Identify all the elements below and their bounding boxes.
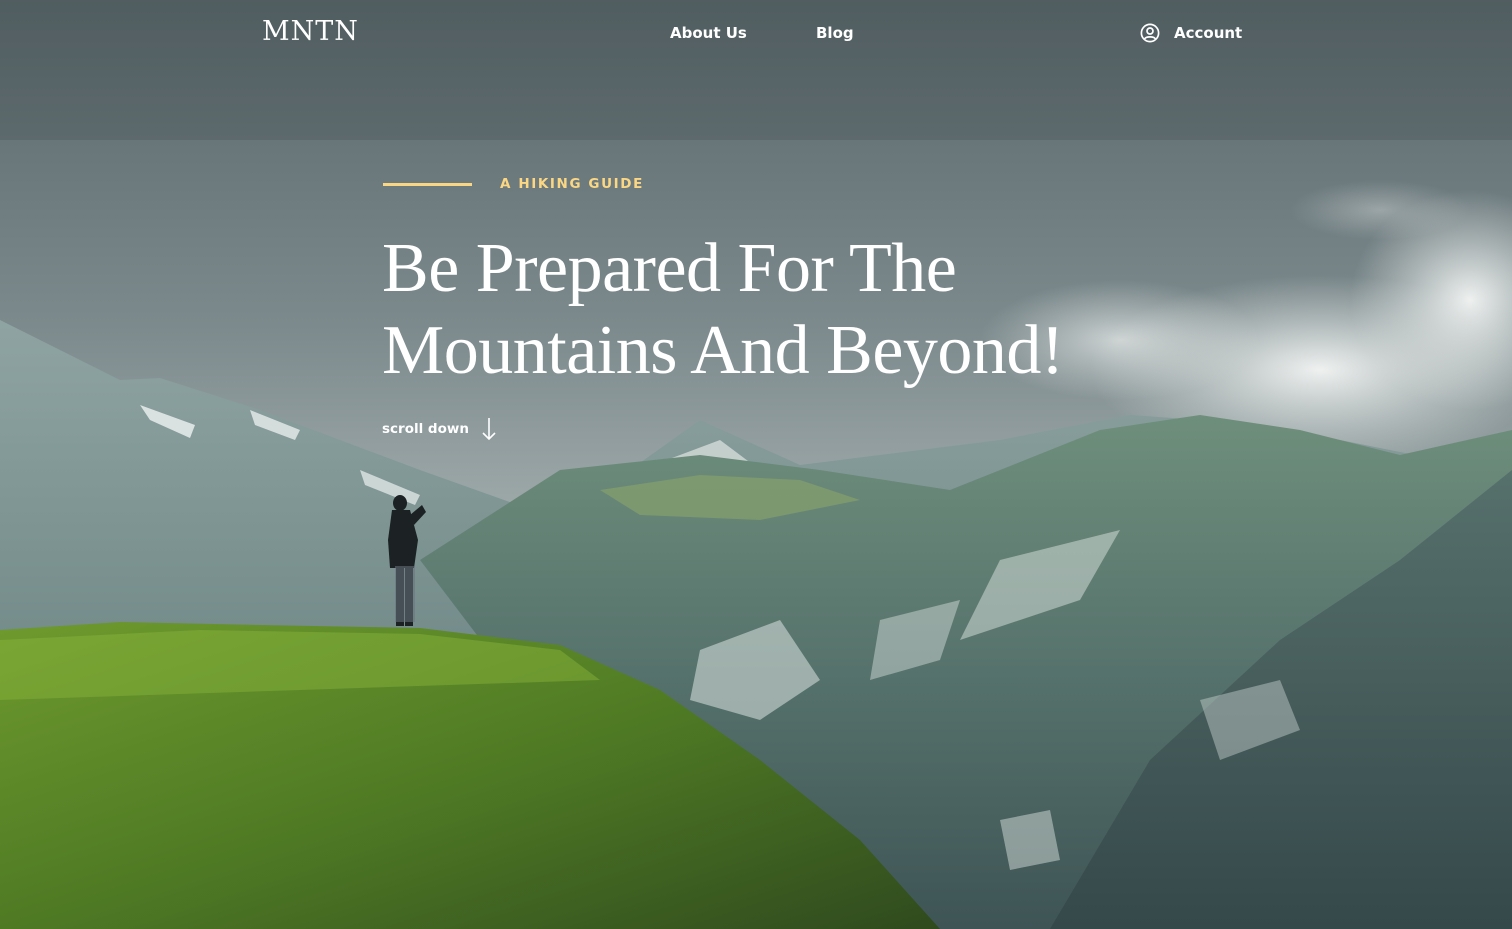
- account-button[interactable]: Account: [1140, 22, 1242, 44]
- nav-link-about-us[interactable]: About Us: [670, 24, 747, 42]
- top-navigation: MNTN About Us Blog Account: [0, 0, 1512, 66]
- hero-headline-line-1: Be Prepared For The: [382, 230, 957, 307]
- scroll-down-button[interactable]: scroll down: [382, 416, 497, 442]
- hero-background-image: [0, 0, 1512, 929]
- user-circle-icon: [1140, 23, 1160, 43]
- hero-headline: Be Prepared For The Mountains And Beyond…: [382, 228, 1064, 392]
- account-label: Account: [1174, 24, 1243, 42]
- arrow-down-icon: [482, 418, 496, 441]
- eyebrow: A HIKING GUIDE: [383, 176, 644, 192]
- nav-link-blog[interactable]: Blog: [816, 24, 854, 42]
- scroll-down-label: scroll down: [382, 421, 469, 437]
- hero-headline-line-2: Mountains And Beyond!: [382, 312, 1064, 389]
- eyebrow-divider: [383, 182, 472, 186]
- eyebrow-label: A HIKING GUIDE: [500, 176, 644, 192]
- brand-logo[interactable]: MNTN: [262, 16, 359, 47]
